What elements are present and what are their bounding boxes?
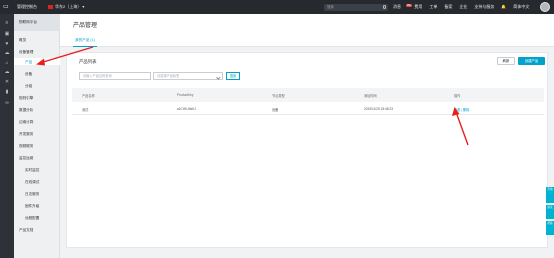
nav-support[interactable]: 支持与服务	[474, 4, 494, 10]
sidebar-item-data-analysis[interactable]: 数据分析	[19, 108, 33, 113]
region-selector[interactable]: 华东2（上海） ▾	[48, 4, 84, 10]
refresh-button[interactable]: 刷新	[497, 57, 515, 65]
cell-product-key: a1CHKJbkKJ	[177, 107, 196, 111]
sidebar-item-realtime-monitor[interactable]: 实时监控	[25, 168, 39, 173]
home-icon[interactable]: ⌂	[3, 60, 11, 66]
header-product-key: ProductKey	[177, 93, 194, 97]
product-icon-rail: ≡ ▣ ♥ ☁ ⌂ ☁ ✕ ▮ ∞	[0, 14, 14, 258]
header-added-time: 添加时间	[364, 94, 377, 98]
tools-icon[interactable]: ✕	[3, 79, 11, 85]
sidebar-item-dev-services[interactable]: 开发服务	[19, 132, 33, 137]
dashboard-icon[interactable]: ▣	[3, 31, 11, 37]
sidebar-item-edge-computing[interactable]: 边缘计算	[19, 120, 33, 125]
user-avatar[interactable]	[540, 2, 550, 12]
cell-added-time: 2019/11/25 15:48:23	[364, 107, 394, 111]
sidebar-active-highlight	[14, 58, 60, 65]
nav-tickets[interactable]: 工单	[429, 4, 437, 10]
sidebar-item-devices[interactable]: 设备	[25, 72, 32, 77]
cloud-server-icon[interactable]: ☁	[3, 69, 11, 75]
menu-icon[interactable]: ≡	[3, 20, 11, 26]
china-flag-icon	[48, 5, 53, 9]
header-product-name: 产品名称	[82, 94, 95, 98]
product-tag-select[interactable]: 请选择产品标签	[153, 72, 223, 80]
sidebar-item-rule-engine[interactable]: 规则引擎	[19, 96, 33, 101]
sidebar-title: 物联网平台	[14, 14, 60, 31]
help-float-button[interactable]: 帮助	[546, 221, 554, 235]
sidebar: 物联网平台 概览 设备管理 产品 设备 分组 规则引擎 数据分析 边缘计算 开发…	[14, 14, 60, 258]
page-title: 产品管理	[73, 23, 98, 29]
cell-node-type: 设备	[272, 108, 279, 112]
nav-enterprise[interactable]: 企业	[459, 4, 467, 10]
sidebar-item-video-services[interactable]: 视频服务	[19, 144, 33, 149]
page-header: 产品管理 我的产品 (1)	[60, 14, 554, 47]
nav-messages[interactable]: 消息 99+	[393, 3, 413, 10]
nav-icp[interactable]: 备案	[444, 4, 452, 10]
table-header: 产品名称 ProductKey 节点类型 添加时间 操作	[72, 88, 544, 102]
row-actions-view-delete[interactable]: 查看 | 删除	[454, 107, 469, 112]
suggest-float-button[interactable]: 建议	[546, 205, 554, 219]
link-icon[interactable]: ∞	[3, 100, 11, 106]
sidebar-item-product-docs[interactable]: 产品文档	[19, 228, 33, 233]
sidebar-item-monitoring-ops[interactable]: 监控运维	[19, 156, 33, 161]
logo-icon[interactable]: ▭	[3, 3, 13, 11]
heart-icon[interactable]: ♥	[3, 41, 11, 47]
product-name-search-input[interactable]: 请输入产品名称查询	[79, 72, 151, 80]
top-nav-links: 消息 99+ 费用 工单 备案 企业 支持与服务 🔔 简体中文	[393, 3, 529, 10]
search-button[interactable]: 搜索	[226, 72, 240, 80]
global-search-input[interactable]: 搜索	[324, 3, 388, 11]
top-navigation-bar: ▭ 管理控制台 华东2（上海） ▾ 搜索 消息 99+ 费用 工单 备案 企业 支…	[0, 0, 554, 14]
sidebar-item-firmware-upgrade[interactable]: 固件升级	[25, 204, 39, 209]
sidebar-item-products[interactable]: 产品	[25, 60, 32, 65]
nav-language[interactable]: 简体中文	[513, 4, 529, 10]
message-badge: 99+	[406, 3, 413, 7]
console-home-link[interactable]: 管理控制台	[17, 4, 37, 10]
consult-float-button[interactable]: 咨询	[546, 187, 554, 203]
table-row: 测试 a1CHKJbkKJ 设备 2019/11/25 15:48:23 查看 …	[72, 102, 544, 115]
card-title: 产品列表	[79, 59, 97, 64]
sidebar-item-device-management[interactable]: 设备管理	[19, 50, 33, 55]
sidebar-item-overview[interactable]: 概览	[19, 38, 26, 43]
create-product-button[interactable]: 创建产品	[518, 57, 545, 65]
sidebar-item-log-service[interactable]: 日志服务	[25, 192, 39, 197]
nav-bell-icon[interactable]: 🔔	[501, 4, 506, 10]
sidebar-item-remote-config[interactable]: 远程配置	[25, 216, 39, 221]
search-placeholder: 搜索	[327, 4, 334, 9]
cloud-icon[interactable]: ☁	[3, 50, 11, 56]
nav-billing[interactable]: 费用	[414, 4, 422, 10]
sidebar-item-online-debug[interactable]: 在线调试	[25, 180, 39, 185]
sidebar-item-groups[interactable]: 分组	[25, 84, 32, 89]
header-node-type: 节点类型	[272, 94, 285, 98]
region-label: 华东2（上海）	[55, 4, 82, 9]
cell-product-name: 测试	[82, 108, 89, 112]
tab-my-products[interactable]: 我的产品 (1)	[73, 36, 97, 47]
header-actions: 操作	[454, 94, 461, 98]
search-icon[interactable]	[382, 5, 386, 9]
product-list-card: 产品列表 刷新 创建产品 请输入产品名称查询 请选择产品标签 搜索 产品名称 P…	[66, 52, 548, 248]
chevron-down-icon	[215, 74, 220, 79]
tag-select-placeholder: 请选择产品标签	[157, 74, 180, 78]
database-icon[interactable]: ▮	[3, 89, 11, 95]
